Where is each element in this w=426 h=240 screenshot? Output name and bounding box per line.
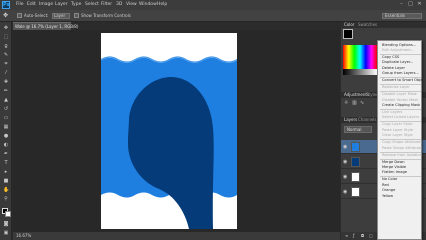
- zoom-icon[interactable]: ⚲: [3, 196, 9, 202]
- status-bar: 16.67%: [13, 232, 340, 240]
- gradient-icon[interactable]: ▦: [3, 124, 9, 130]
- context-menu-item[interactable]: Group from Layers...: [382, 71, 422, 76]
- document-canvas[interactable]: [101, 33, 237, 229]
- menu-image[interactable]: Image: [39, 1, 53, 9]
- layer-thumbnail: [351, 187, 360, 197]
- context-menu-item: Edit Adjustment...: [382, 47, 415, 52]
- hand-icon[interactable]: ✋: [3, 187, 9, 193]
- menu-3d[interactable]: 3D: [116, 1, 122, 9]
- workspace-dropdown[interactable]: Essentials: [382, 13, 422, 19]
- quick-select-icon[interactable]: ✎: [3, 52, 9, 58]
- eraser-icon[interactable]: ▭: [3, 115, 9, 121]
- auto-select-checkbox[interactable]: [17, 13, 22, 18]
- shape-icon[interactable]: ■: [3, 178, 9, 184]
- whale-shape: [127, 77, 214, 229]
- context-menu-item: Clear Layer Style: [382, 133, 413, 138]
- menu-edit[interactable]: Edit: [27, 1, 36, 9]
- tab-layers[interactable]: Layers: [344, 117, 357, 123]
- context-menu-item: Release from Isolation: [382, 152, 422, 157]
- context-menu-item[interactable]: Flatten Image: [382, 170, 422, 175]
- blend-mode-dropdown[interactable]: Normal: [344, 126, 372, 133]
- options-bar: ✥ Auto-Select: Layer Show Transform Cont…: [0, 10, 340, 22]
- mask-icon[interactable]: ◘: [361, 233, 364, 238]
- fx-icon[interactable]: ƒ: [353, 233, 354, 238]
- context-menu-item[interactable]: Create Clipping Mask: [382, 103, 422, 108]
- photoshop-logo: Ps: [2, 1, 10, 9]
- healing-brush-icon[interactable]: ✚: [3, 79, 9, 85]
- dodge-icon[interactable]: ◐: [3, 142, 9, 148]
- eye-icon[interactable]: ◉: [343, 159, 349, 165]
- layer-context-menu: Blending Options... Edit Adjustment... Cop…: [377, 40, 422, 240]
- lasso-icon[interactable]: ϱ: [3, 43, 9, 49]
- layer-thumbnail: [351, 172, 360, 182]
- canvas-artwork: [101, 56, 237, 229]
- pen-icon[interactable]: ✒: [3, 151, 9, 157]
- restore-icon[interactable]: □: [407, 1, 414, 8]
- menu-view[interactable]: View: [126, 1, 137, 9]
- eyedropper-icon[interactable]: ⁄: [3, 70, 9, 76]
- grayscale-ramp[interactable]: [343, 69, 377, 75]
- color-panel-header: Color Swatches: [341, 22, 426, 28]
- context-menu-item[interactable]: Convert to Smart Object: [382, 78, 422, 83]
- menu-type[interactable]: Type: [71, 1, 81, 9]
- type-icon[interactable]: T: [3, 160, 9, 166]
- tab-channels[interactable]: Channels: [358, 117, 377, 123]
- toolbox: ✥ ⬚ ϱ ✎ ⌗ ⁄ ✚ ✏ ▲ ↺ ▭ ▦ ● ◐ ✒ T ▸ ■ ✋ ⚲ …: [0, 22, 12, 240]
- document-tab-title: Wale @ 16.7% (Layer 1, RGB/8): [15, 24, 79, 29]
- new-layer-icon[interactable]: ▢: [369, 233, 373, 238]
- close-icon[interactable]: ✕: [416, 1, 423, 8]
- eye-icon[interactable]: ◉: [343, 174, 349, 180]
- clone-stamp-icon[interactable]: ▲: [3, 97, 9, 103]
- path-select-icon[interactable]: ▸: [3, 169, 9, 175]
- menu-filter[interactable]: Filter: [101, 1, 112, 9]
- context-menu-item: Select Linked Layers: [382, 115, 419, 120]
- brightness-icon[interactable]: ☼: [344, 100, 348, 106]
- layer-thumbnail: [351, 142, 360, 152]
- move-tool-icon[interactable]: ✥: [3, 12, 11, 20]
- tab-color[interactable]: Color: [344, 22, 354, 28]
- levels-icon[interactable]: ▥: [352, 100, 357, 106]
- screen-mode-icon[interactable]: ▣: [3, 230, 9, 236]
- crop-icon[interactable]: ⌗: [3, 61, 9, 67]
- color-picker[interactable]: [343, 29, 377, 79]
- zoom-level[interactable]: 16.67%: [16, 232, 31, 240]
- background-color-swatch[interactable]: [5, 211, 11, 217]
- history-brush-icon[interactable]: ↺: [3, 106, 9, 112]
- menu-file[interactable]: File: [16, 1, 24, 9]
- context-menu-item[interactable]: Yellow: [382, 194, 422, 199]
- color-spectrum[interactable]: [343, 45, 377, 69]
- menu-help[interactable]: Help: [157, 1, 167, 9]
- link-icon[interactable]: ∞: [345, 233, 348, 238]
- marquee-icon[interactable]: ⬚: [3, 34, 9, 40]
- menu-window[interactable]: Window: [139, 1, 157, 9]
- context-menu-item: Paste Shape Attributes: [382, 145, 422, 150]
- blur-icon[interactable]: ●: [3, 133, 9, 139]
- eye-icon[interactable]: ◉: [343, 189, 349, 195]
- auto-select-dropdown[interactable]: Layer: [52, 13, 70, 19]
- show-transform-checkbox[interactable]: [74, 13, 79, 18]
- layer-thumbnail: [351, 157, 360, 167]
- adjustments-icons: ☼ ▥ ∿: [344, 100, 376, 110]
- minimize-icon[interactable]: –: [398, 1, 405, 8]
- brush-icon[interactable]: ✏: [3, 88, 9, 94]
- menu-layer[interactable]: Layer: [55, 1, 68, 9]
- show-transform-label: Show Transform Controls: [81, 13, 131, 18]
- workspace-area: Essentials: [340, 10, 426, 22]
- fg-color-chip[interactable]: [343, 29, 353, 39]
- context-menu-item: Rasterize Layer: [382, 85, 410, 90]
- menu-bar: Ps File Edit Image Layer Type Select Fil…: [0, 0, 426, 10]
- auto-select-label: Auto-Select:: [24, 13, 49, 18]
- tab-swatches[interactable]: Swatches: [358, 22, 377, 28]
- curves-icon[interactable]: ∿: [360, 100, 364, 106]
- eye-icon[interactable]: ◉: [343, 144, 349, 150]
- quick-mask-icon[interactable]: ◙: [3, 221, 9, 227]
- document-tab[interactable]: Wale @ 16.7% (Layer 1, RGB/8): [13, 22, 78, 30]
- menu-select[interactable]: Select: [85, 1, 99, 9]
- move-icon[interactable]: ✥: [3, 25, 9, 31]
